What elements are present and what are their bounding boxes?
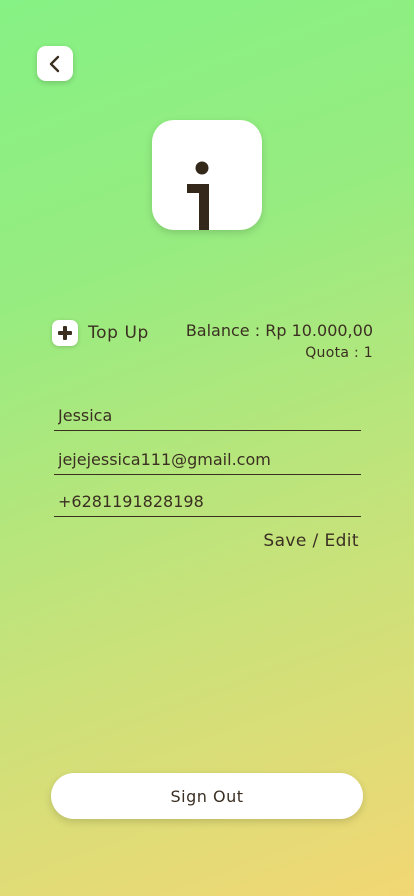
- top-up-label: Top Up: [88, 322, 149, 343]
- back-button[interactable]: [37, 46, 73, 81]
- phone-field[interactable]: [54, 487, 361, 517]
- name-field[interactable]: [54, 401, 361, 431]
- quota-text: Quota : 1: [305, 345, 373, 361]
- email-field[interactable]: [54, 445, 361, 475]
- info-icon: [187, 161, 209, 230]
- balance-text: Balance : Rp 10.000,00: [185, 321, 373, 340]
- sign-out-button[interactable]: Sign Out: [51, 773, 363, 819]
- top-up-button[interactable]: Top Up: [52, 319, 149, 346]
- save-edit-button[interactable]: Save / Edit: [263, 531, 359, 551]
- profile-avatar: [152, 120, 262, 230]
- chevron-left-icon: [49, 55, 60, 72]
- plus-icon: [52, 319, 78, 346]
